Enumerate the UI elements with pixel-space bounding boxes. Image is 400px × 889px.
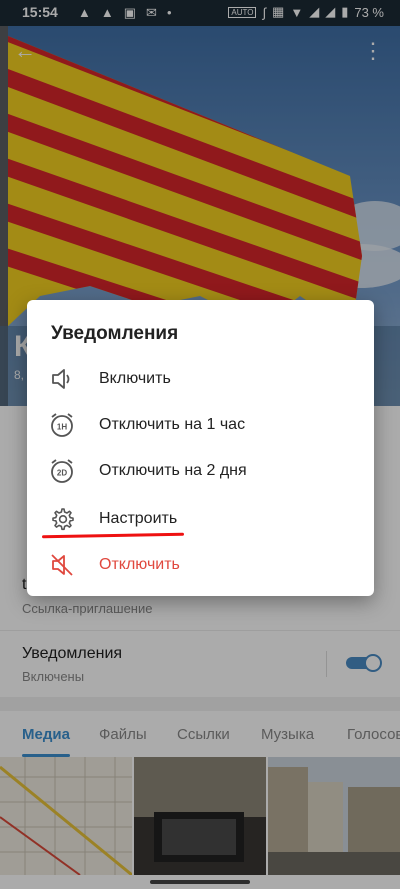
menu-item-label: Отключить на 2 дня	[99, 462, 247, 479]
svg-text:1H: 1H	[57, 423, 67, 432]
menu-item-label: Отключить на 1 час	[99, 416, 246, 433]
menu-item-label: Включить	[99, 370, 171, 387]
menu-item-enable[interactable]: Включить	[27, 356, 374, 402]
menu-item-mute-1h[interactable]: 1H Отключить на 1 час	[27, 402, 374, 448]
menu-item-label: Отключить	[99, 556, 180, 573]
menu-item-mute-2d[interactable]: 2D Отключить на 2 дня	[27, 448, 374, 494]
menu-item-disable[interactable]: Отключить	[27, 542, 374, 588]
gear-icon	[52, 508, 74, 531]
alarm-1h-icon: 1H	[51, 413, 73, 437]
speaker-icon	[52, 369, 70, 389]
speaker-muted-icon	[51, 554, 73, 576]
alarm-2d-icon: 2D	[51, 459, 73, 483]
svg-text:2D: 2D	[57, 469, 67, 478]
notifications-dialog: Уведомления Включить 1H Отключить на 1 ч…	[27, 300, 374, 596]
menu-item-label: Настроить	[99, 510, 178, 527]
dialog-title: Уведомления	[51, 323, 179, 344]
